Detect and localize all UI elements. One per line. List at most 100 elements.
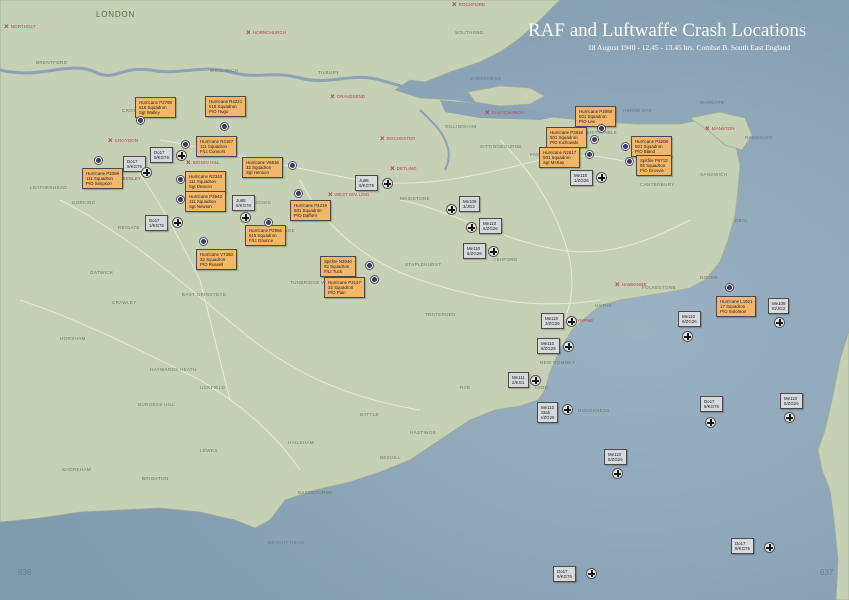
raf-label-hurricane-l1921: Hurricane L1921 17 Squadron P/O Solomon	[716, 296, 757, 318]
place-sittingbourne: SITTINGBOURNE	[480, 144, 522, 149]
lw-label-me109: Me109 III/JG3	[768, 298, 790, 314]
balkenkreuz-icon	[764, 542, 775, 553]
raf-roundel-icon	[176, 195, 185, 204]
raf-roundel-icon	[264, 218, 273, 227]
place-margate: MARGATE	[700, 100, 725, 105]
place-gillingham: GILLINGHAM	[445, 124, 477, 129]
place-east-grinstead: EAST GRINSTEAD	[182, 292, 227, 297]
place-eastbourne: EASTBOURNE	[298, 490, 333, 495]
raf-label-hurricane-r4167: Hurricane R4167 111 Squadron F/Lt Connors	[196, 136, 238, 158]
lw-label-me110: Me110 6/ZG26	[537, 338, 560, 354]
lw-label-do17: Do17 9/KG76	[731, 538, 754, 554]
lw-label-me109: Me109 3/JG3	[459, 196, 481, 212]
balkenkreuz-icon	[682, 331, 693, 342]
place-hailsham: HAILSHAM	[288, 440, 314, 445]
airfield-gravesend: × GRAVESEND	[330, 92, 366, 101]
lw-label-me111: Me111 2/KG1	[508, 372, 529, 388]
balkenkreuz-icon	[596, 172, 607, 183]
place-haywards-heath: HAYWARDS HEATH	[150, 367, 197, 372]
airfield-hawkinge: × HAWKINGE	[615, 280, 647, 289]
raf-roundel-icon	[597, 124, 606, 133]
place-rye: RYE	[460, 385, 471, 390]
raf-roundel-icon	[725, 283, 734, 292]
raf-roundel-icon	[370, 275, 379, 284]
raf-label-hurricane-p3147: Hurricane P3147 32 Squadron P/O Pain	[324, 277, 365, 299]
raf-roundel-icon	[176, 175, 185, 184]
balkenkreuz-icon	[612, 468, 623, 479]
place-maidstone: MAIDSTONE	[400, 196, 430, 201]
balkenkreuz-icon	[466, 222, 477, 233]
crash-location-map: RAF and Luftwaffe Crash Locations 18 Aug…	[0, 0, 849, 600]
lw-label-me110: Me110 5/ZG26	[604, 449, 627, 465]
raf-roundel-icon	[220, 122, 229, 131]
raf-roundel-icon	[590, 135, 599, 144]
raf-roundel-icon	[288, 161, 297, 170]
raf-label-hurricane-v7363: Hurricane V7363 32 Squadron P/O Russell	[196, 249, 237, 271]
lw-label-me110: Me110 6/ZG26	[463, 243, 486, 259]
raf-label-hurricane-p4219: Hurricane P4219 501 Squadron P/O Dafforn	[290, 200, 331, 222]
airfield-hornchurch: × HORNCHURCH	[246, 28, 287, 37]
place-burgess-hill: BURGESS HILL	[138, 402, 176, 407]
place-uckfield: UCKFIELD	[200, 385, 226, 390]
balkenkreuz-icon	[176, 150, 187, 161]
place-reigate: REIGATE	[118, 225, 140, 230]
raf-label-hurricane-p3399: Hurricane P3399 111 Squadron P/O Simpson	[82, 168, 123, 190]
airfield-detling: × DETLING	[390, 164, 417, 173]
balkenkreuz-icon	[586, 568, 597, 579]
airfield-manston: × MANSTON	[705, 124, 735, 133]
balkenkreuz-icon	[488, 246, 499, 257]
place-beachy-head: BEACHY HEAD	[268, 540, 305, 545]
lw-label-me110: Me110 6/ZG26	[678, 311, 701, 327]
place-london: LONDON	[96, 10, 136, 19]
place-horsham: HORSHAM	[60, 336, 86, 341]
lw-label-me110: Me110 5/ZG26	[780, 393, 803, 409]
raf-label-hurricane-p3943: Hurricane P3943 111 Squadron Sgt Newton	[185, 191, 226, 213]
place-hythe: HYTHE	[595, 303, 613, 308]
place-ramsgate: RAMSGATE	[745, 135, 773, 140]
balkenkreuz-icon	[141, 167, 152, 178]
place-shoreham: SHOREHAM	[62, 467, 91, 472]
place-dover: DOVER	[700, 275, 718, 280]
lw-label-ju88: Ju88 5/KG76	[232, 195, 255, 211]
airfield-rochester: × ROCHESTER	[380, 134, 416, 143]
place-deal: DEAL	[735, 218, 749, 223]
raf-label-spitfire-n3040: Spitfire N3040 92 Squadron F/Lt Tuck	[320, 256, 356, 278]
lw-label-me110: Me110 1/ZG26	[570, 170, 593, 186]
place-bexhill: BEXHILL	[380, 455, 401, 460]
place-dungeness: DUNGENESS	[578, 408, 610, 413]
place-crawley: CRAWLEY	[112, 300, 137, 305]
place-ashford: ASHFORD	[493, 257, 518, 262]
raf-roundel-icon	[136, 116, 145, 125]
raf-roundel-icon	[181, 140, 190, 149]
airfield-northolt: × NORTHOLT	[4, 22, 36, 31]
place-canterbury: CANTERBURY	[640, 182, 675, 187]
place-hastings: HASTINGS	[410, 430, 436, 435]
balkenkreuz-icon	[774, 317, 785, 328]
place-sheerness: SHEERNESS	[470, 76, 502, 81]
airfield-croydon: × CROYDON	[108, 136, 139, 145]
place-leatherhead: LEATHERHEAD	[30, 185, 67, 190]
lw-label-ju88: Ju88 8/KG76	[355, 175, 378, 191]
place-battle: BATTLE	[360, 412, 379, 417]
raf-roundel-icon	[365, 261, 374, 270]
raf-roundel-icon	[199, 237, 208, 246]
raf-label-spitfire-p6713: Spitfire P6713 65 Squadron P/O Grosvie	[636, 155, 672, 177]
raf-roundel-icon	[294, 189, 303, 198]
balkenkreuz-icon	[705, 417, 716, 428]
place-lewes: LEWES	[200, 448, 218, 453]
balkenkreuz-icon	[566, 316, 577, 327]
place-herne-bay: HERNE BAY	[623, 108, 652, 113]
lw-label-do17: Do17 9/KG76	[150, 147, 173, 163]
map-subtitle: 18 August 1940 - 12.45 - 13.45 hrs. Comb…	[588, 43, 791, 52]
place-new-romney: NEW ROMNEY	[540, 360, 576, 365]
lw-label-me110-stab: Me110 Stab I/ZG26	[537, 402, 559, 424]
airfield-biggin-hill: × BIGGIN HILL	[186, 158, 220, 167]
raf-label-hurricane-n2340: Hurricane N2340 111 Squadron Sgt Deacon	[185, 171, 227, 193]
place-brentford: BRENTFORD	[36, 60, 68, 65]
place-tilbury: TILBURY	[318, 70, 340, 75]
place-gatwick: GATWICK	[90, 270, 114, 275]
raf-label-hurricane-p3059: Hurricane P3059 501 Squadron P/O Lee	[575, 106, 616, 128]
balkenkreuz-icon	[563, 341, 574, 352]
place-staplehurst: STAPLEHURST	[405, 262, 442, 267]
lw-label-me110: Me110 6/ZG26	[479, 218, 502, 234]
